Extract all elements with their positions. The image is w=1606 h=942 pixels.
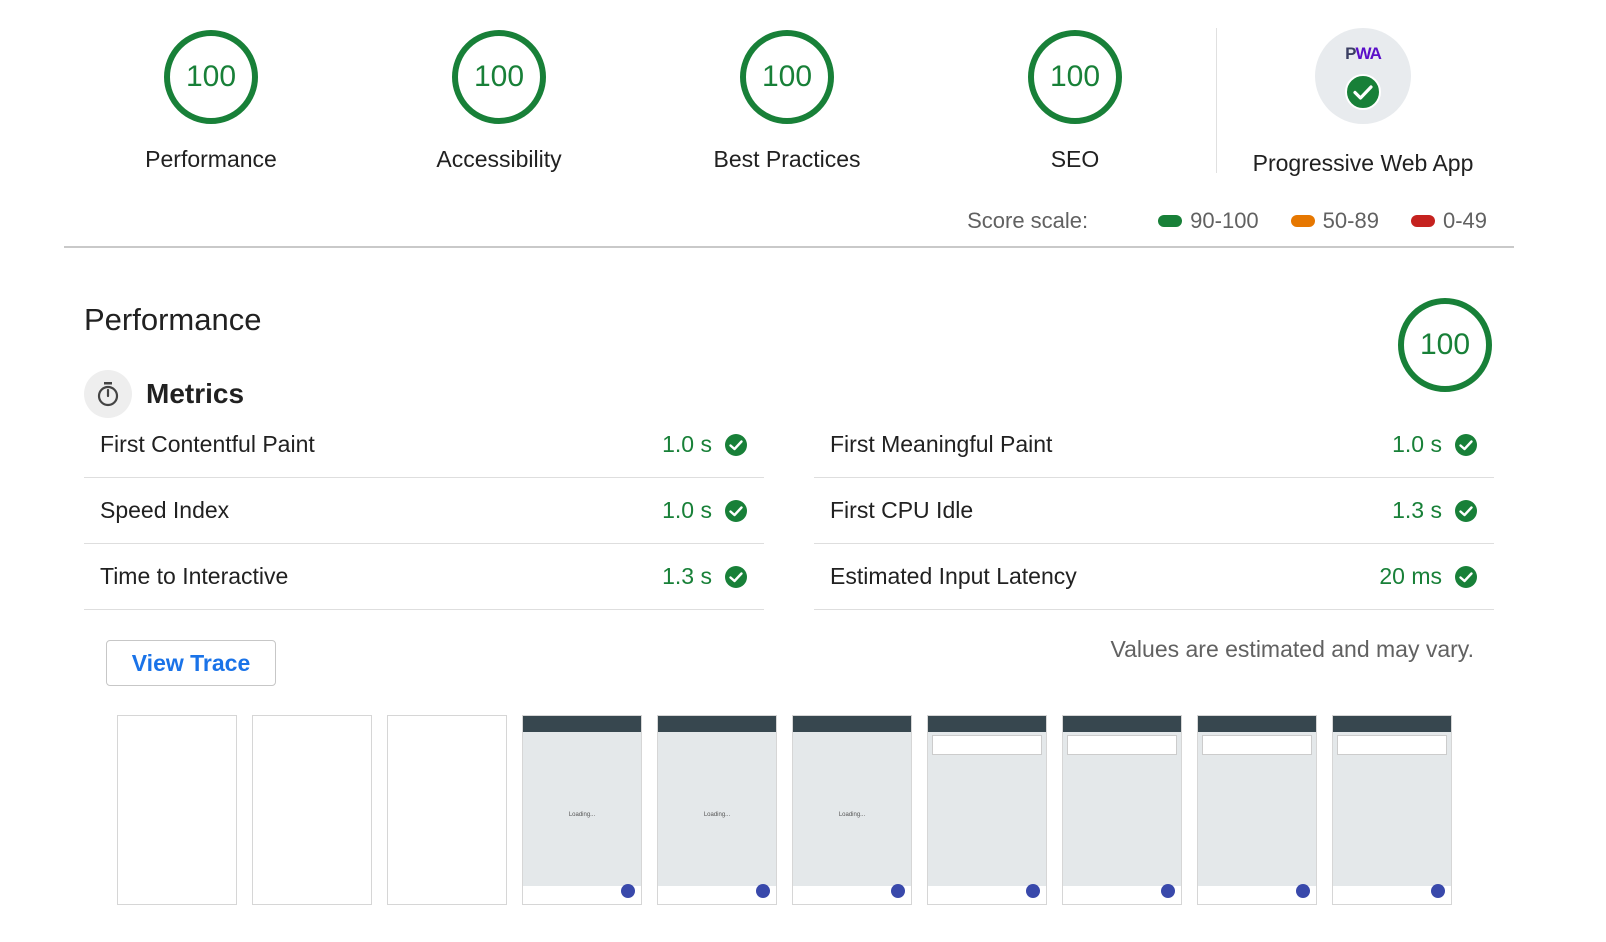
pwa-badge: PWA xyxy=(1315,28,1411,124)
gauge-best-practices[interactable]: 100 Best Practices xyxy=(667,30,907,173)
score-value: 100 xyxy=(473,60,525,93)
header-divider xyxy=(64,246,1514,248)
metric-name: Estimated Input Latency xyxy=(830,563,1077,589)
filmstrip: Loading... Loading... Loading... xyxy=(117,715,1452,905)
gauge-label: Accessibility xyxy=(436,146,562,172)
score-value: 100 xyxy=(1049,60,1101,93)
metric-value: 1.3 s xyxy=(1392,497,1442,523)
metric-row: First Meaningful Paint 1.0 s xyxy=(814,412,1494,478)
filmstrip-frame xyxy=(1197,715,1317,905)
gauge-performance[interactable]: 100 Performance xyxy=(91,30,331,173)
gauge-label: Progressive Web App xyxy=(1252,150,1474,176)
performance-score-gauge: 100 xyxy=(1398,298,1492,392)
scale-item-average: 50-89 xyxy=(1290,208,1379,234)
metric-row: First CPU Idle 1.3 s xyxy=(814,478,1494,544)
section-title: Performance xyxy=(84,302,262,337)
filmstrip-frame xyxy=(1332,715,1452,905)
score-ring: 100 xyxy=(1398,298,1492,392)
score-scale-label: Score scale: xyxy=(967,208,1089,233)
metric-name: Time to Interactive xyxy=(100,563,289,589)
check-circle-icon xyxy=(725,565,747,588)
fail-pill-icon xyxy=(1410,215,1435,227)
loading-text: Loading... xyxy=(568,812,596,818)
gauge-label: Best Practices xyxy=(713,146,861,172)
loading-text: Loading... xyxy=(703,812,731,818)
metric-name: First Contentful Paint xyxy=(100,431,315,457)
filmstrip-frame xyxy=(117,715,237,905)
metrics-header: Metrics xyxy=(84,370,244,418)
check-circle-icon xyxy=(1455,433,1477,456)
filmstrip-frame xyxy=(252,715,372,905)
check-circle-icon xyxy=(1455,565,1477,588)
metric-name: First Meaningful Paint xyxy=(830,431,1053,457)
score-value: 100 xyxy=(1419,328,1471,361)
filmstrip-frame: Loading... xyxy=(522,715,642,905)
average-pill-icon xyxy=(1290,215,1315,227)
score-scale: Score scale: 90-100 50-89 0-49 xyxy=(967,208,1487,234)
metric-value: 1.0 s xyxy=(1392,431,1442,457)
estimated-note: Values are estimated and may vary. xyxy=(1110,636,1475,662)
gauge-seo[interactable]: 100 SEO xyxy=(955,30,1195,173)
filmstrip-frame xyxy=(387,715,507,905)
metric-name: Speed Index xyxy=(100,497,230,523)
filmstrip-frame: Loading... xyxy=(657,715,777,905)
pwa-logo: PWA xyxy=(1345,44,1382,63)
score-value: 100 xyxy=(185,60,237,93)
filmstrip-frame xyxy=(927,715,1047,905)
loading-text: Loading... xyxy=(838,812,866,818)
score-ring: 100 xyxy=(164,30,258,124)
metric-row: Speed Index 1.0 s xyxy=(84,478,764,544)
gauge-label: Performance xyxy=(145,146,277,172)
gauge-pwa[interactable]: PWA Progressive Web App xyxy=(1243,28,1483,177)
filmstrip-frame: Loading... xyxy=(792,715,912,905)
metric-row: First Contentful Paint 1.0 s xyxy=(84,412,764,478)
score-ring: 100 xyxy=(452,30,546,124)
metric-row: Time to Interactive 1.3 s xyxy=(84,544,764,610)
metrics-right-column: First Meaningful Paint 1.0 s First CPU I… xyxy=(814,412,1494,610)
metric-value: 1.3 s xyxy=(662,563,712,589)
metric-value: 1.0 s xyxy=(662,497,712,523)
check-circle-icon xyxy=(725,433,747,456)
metrics-left-column: First Contentful Paint 1.0 s Speed Index… xyxy=(84,412,764,610)
filmstrip-frame xyxy=(1062,715,1182,905)
metric-row: Estimated Input Latency 20 ms xyxy=(814,544,1494,610)
metric-name: First CPU Idle xyxy=(830,497,974,523)
check-circle-icon xyxy=(1345,74,1381,110)
score-ring: 100 xyxy=(740,30,834,124)
gauge-accessibility[interactable]: 100 Accessibility xyxy=(379,30,619,173)
metrics-title: Metrics xyxy=(146,378,245,409)
check-circle-icon xyxy=(1455,499,1477,522)
pass-pill-icon xyxy=(1158,215,1183,227)
timer-icon xyxy=(84,370,132,418)
view-trace-button[interactable]: View Trace xyxy=(106,640,276,686)
check-circle-icon xyxy=(725,499,747,522)
gauge-divider xyxy=(1216,28,1217,173)
scale-item-pass: 90-100 xyxy=(1158,208,1259,234)
scale-item-fail: 0-49 xyxy=(1410,208,1487,234)
category-gauges: 100 Performance 100 Accessibility 100 Be… xyxy=(0,0,1606,200)
metric-value: 20 ms xyxy=(1379,563,1442,589)
score-value: 100 xyxy=(761,60,813,93)
metric-value: 1.0 s xyxy=(662,431,712,457)
gauge-label: SEO xyxy=(1050,146,1100,172)
score-ring: 100 xyxy=(1028,30,1122,124)
